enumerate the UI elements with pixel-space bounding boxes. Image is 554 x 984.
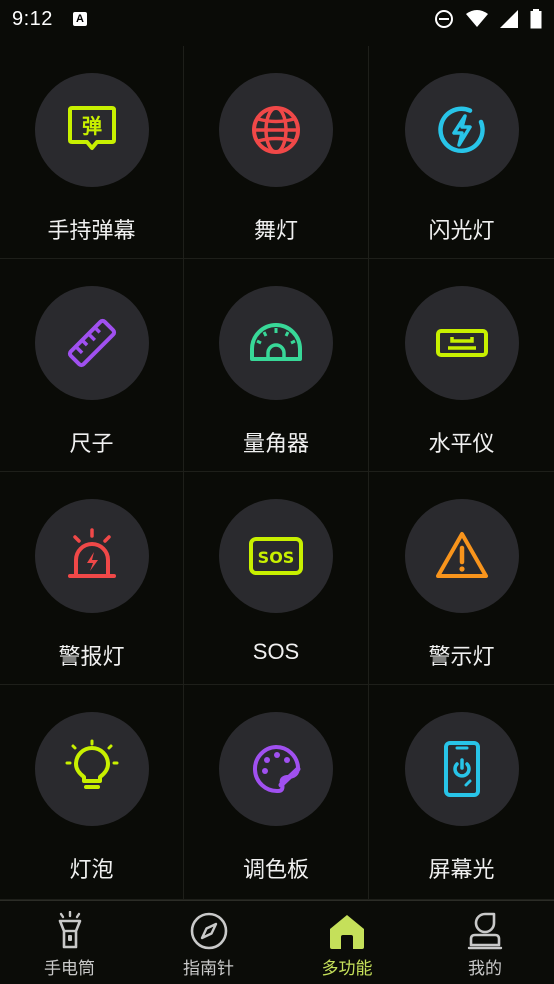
sos-glyph: SOS bbox=[258, 548, 295, 567]
feature-grid: 弹 手持弹幕 舞灯 闪光灯 尺子 量角器 水平仪 警报灯 SOS SOS 警示灯… bbox=[0, 46, 554, 900]
feature-label: 调色板 bbox=[242, 857, 309, 882]
nav-label: 手电筒 bbox=[44, 959, 95, 978]
palette-icon bbox=[253, 744, 301, 794]
feature-label: 水平仪 bbox=[428, 431, 495, 456]
wifi-icon bbox=[466, 10, 488, 27]
feature-icon-circle bbox=[404, 499, 519, 613]
feature-screen-light[interactable]: 屏幕光 bbox=[369, 685, 554, 900]
status-bar: 9:12 A bbox=[0, 0, 554, 38]
feature-icon-circle bbox=[219, 286, 333, 400]
feature-level[interactable]: 水平仪 bbox=[369, 259, 554, 472]
screen-light-icon bbox=[443, 741, 480, 797]
feature-label: 警示灯 bbox=[428, 644, 495, 669]
bulb-icon bbox=[65, 739, 118, 789]
feature-icon-circle: SOS bbox=[219, 499, 333, 613]
flashlight-icon bbox=[58, 911, 81, 949]
feature-icon-circle bbox=[219, 73, 333, 187]
notification-icon: A bbox=[72, 12, 87, 26]
signal-icon bbox=[500, 10, 518, 28]
feature-icon-circle bbox=[34, 286, 149, 400]
feature-icon-circle bbox=[34, 499, 149, 613]
nav-label: 多功能 bbox=[321, 959, 373, 978]
feature-icon-circle: 弹 bbox=[34, 73, 149, 187]
level-icon bbox=[435, 329, 488, 357]
feature-label: SOS bbox=[252, 639, 300, 664]
feature-ruler[interactable]: 尺子 bbox=[0, 259, 184, 472]
feature-icon-circle bbox=[404, 712, 519, 826]
feature-label: 屏幕光 bbox=[428, 857, 495, 882]
feature-icon-circle bbox=[34, 712, 149, 826]
feature-icon-circle bbox=[404, 73, 519, 187]
warning-icon bbox=[435, 532, 488, 578]
feature-label: 舞灯 bbox=[253, 218, 298, 243]
nav-multifunction[interactable]: 多功能 bbox=[278, 901, 416, 984]
feature-label: 尺子 bbox=[69, 431, 114, 456]
feature-protractor[interactable]: 量角器 bbox=[184, 259, 369, 472]
nav-flashlight[interactable]: 手电筒 bbox=[0, 901, 139, 984]
feature-label: 量角器 bbox=[242, 431, 309, 456]
feature-label: 闪光灯 bbox=[428, 218, 495, 243]
nav-profile[interactable]: 我的 bbox=[416, 901, 554, 984]
bottom-nav: 手电筒 指南针 多功能 我的 bbox=[0, 900, 554, 984]
feature-warning-light[interactable]: 警示灯 bbox=[369, 472, 554, 685]
feature-icon-circle bbox=[404, 286, 519, 400]
feature-palette[interactable]: 调色板 bbox=[184, 685, 369, 900]
battery-icon bbox=[530, 9, 542, 29]
nav-compass[interactable]: 指南针 bbox=[139, 901, 278, 984]
nav-label: 指南针 bbox=[183, 959, 234, 978]
feature-bulb[interactable]: 灯泡 bbox=[0, 685, 184, 900]
protractor-icon bbox=[250, 323, 302, 361]
feature-label: 手持弹幕 bbox=[47, 218, 136, 243]
disco-ball-icon bbox=[252, 106, 300, 154]
feature-alarm-light[interactable]: 警报灯 bbox=[0, 472, 184, 685]
sos-icon: SOS bbox=[249, 537, 303, 575]
feature-disco-light[interactable]: 舞灯 bbox=[184, 46, 369, 259]
compass-icon bbox=[190, 912, 227, 950]
feature-sos[interactable]: SOS SOS bbox=[184, 472, 369, 685]
status-time: 9:12 bbox=[12, 7, 53, 30]
feature-label: 警报灯 bbox=[58, 644, 125, 669]
feature-strobe[interactable]: 闪光灯 bbox=[369, 46, 554, 259]
danmu-glyph: 弹 bbox=[82, 114, 102, 138]
ruler-icon bbox=[67, 318, 116, 368]
feature-danmu[interactable]: 弹 手持弹幕 bbox=[0, 46, 184, 259]
profile-icon bbox=[467, 912, 503, 950]
do-not-disturb-icon bbox=[435, 10, 453, 28]
danmu-icon: 弹 bbox=[67, 106, 116, 150]
home-icon bbox=[330, 915, 364, 949]
nav-label: 我的 bbox=[468, 959, 502, 978]
status-icons bbox=[434, 9, 542, 29]
alarm-light-icon bbox=[67, 528, 116, 578]
feature-icon-circle bbox=[219, 712, 333, 826]
feature-label: 灯泡 bbox=[69, 857, 114, 882]
flash-icon bbox=[437, 106, 485, 154]
